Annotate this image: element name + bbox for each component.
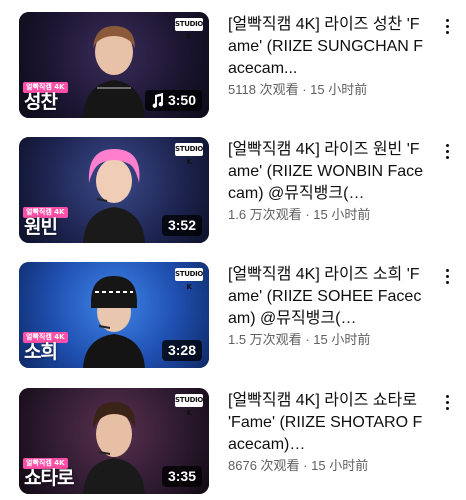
more-dot	[445, 31, 449, 34]
video-item[interactable]: STUDIO K 얼빡직캠 4K 성찬 3:50 [얼빡직캠 4K] 라이즈 성…	[0, 12, 466, 124]
thumbnail-name: 성찬	[24, 91, 58, 113]
video-meta[interactable]: [얼빡직캠 4K] 라이즈 성찬 'Fame' (RIIZE SUNGCHAN …	[228, 12, 428, 99]
separator-dot: ·	[303, 458, 308, 473]
thumbnail-name: 원빈	[24, 216, 58, 238]
video-thumbnail[interactable]: STUDIO K 얼빡직캠 4K 성찬 3:50	[19, 12, 209, 118]
duration-badge: 3:52	[161, 215, 202, 236]
more-vertical-icon	[445, 395, 449, 398]
more-dot	[445, 401, 449, 404]
more-dot	[445, 150, 449, 153]
video-title[interactable]: [얼빡직캠 4K] 라이즈 소희 'Fame' (RIIZE SOHEE Fac…	[228, 264, 428, 330]
upload-time: 15 小时前	[313, 332, 371, 347]
studio-logo: STUDIO K	[175, 394, 204, 417]
separator-dot: ·	[305, 207, 310, 222]
video-stats: 8676 次观看 · 15 小时前	[228, 457, 428, 475]
duration-badge: 3:28	[161, 340, 202, 361]
upload-time: 15 小时前	[313, 207, 371, 222]
duration-text: 3:52	[167, 217, 196, 233]
duration-text: 3:35	[167, 468, 196, 484]
duration-text: 3:50	[167, 92, 196, 108]
video-thumbnail[interactable]: STUDIO K 얼빡직캠 4K 쇼타로 3:35	[19, 388, 209, 494]
video-meta[interactable]: [얼빡직캠 4K] 라이즈 원빈 'Fame' (RIIZE WONBIN Fa…	[228, 137, 428, 224]
video-meta[interactable]: [얼빡직캠 4K] 라이즈 소희 'Fame' (RIIZE SOHEE Fac…	[228, 262, 428, 349]
studio-logo: STUDIO K	[175, 143, 204, 166]
view-count: 8676 次观看	[228, 458, 300, 473]
video-stats: 5118 次观看 · 15 小时前	[228, 81, 428, 99]
separator-dot: ·	[305, 332, 310, 347]
video-item[interactable]: STUDIO K 얼빡직캠 4K 소희 3:28 [얼빡직캠 4K] 라이즈 소…	[0, 262, 466, 374]
more-vertical-icon	[445, 19, 449, 22]
more-button[interactable]	[437, 392, 457, 418]
video-stats: 1.5 万次观看 · 15 小时前	[228, 331, 428, 349]
person-silhouette	[83, 402, 145, 494]
more-dot	[445, 156, 449, 159]
duration-text: 3:28	[167, 342, 196, 358]
thumbnail-name: 소희	[24, 341, 58, 363]
video-thumbnail[interactable]: STUDIO K 얼빡직캠 4K 원빈 3:52	[19, 137, 209, 243]
more-dot	[445, 275, 449, 278]
more-dot	[445, 407, 449, 410]
studio-logo: STUDIO K	[175, 18, 204, 41]
view-count: 1.5 万次观看	[228, 332, 302, 347]
separator-dot: ·	[302, 82, 307, 97]
more-button[interactable]	[437, 141, 457, 167]
video-title[interactable]: [얼빡직캠 4K] 라이즈 원빈 'Fame' (RIIZE WONBIN Fa…	[228, 139, 428, 205]
more-dot	[445, 281, 449, 284]
video-stats: 1.6 万次观看 · 15 小时前	[228, 206, 428, 224]
video-meta[interactable]: [얼빡직캠 4K] 라이즈 쇼타로 'Fame' (RIIZE SHOTARO …	[228, 388, 428, 475]
studio-logo: STUDIO K	[175, 268, 204, 291]
person-silhouette	[83, 149, 145, 243]
video-thumbnail[interactable]: STUDIO K 얼빡직캠 4K 소희 3:28	[19, 262, 209, 368]
upload-time: 15 小时前	[311, 458, 369, 473]
view-count: 1.6 万次观看	[228, 207, 302, 222]
video-title[interactable]: [얼빡직캠 4K] 라이즈 쇼타로 'Fame' (RIIZE SHOTARO …	[228, 390, 428, 456]
video-list: STUDIO K 얼빡직캠 4K 성찬 3:50 [얼빡직캠 4K] 라이즈 성…	[0, 0, 466, 500]
more-dot	[445, 25, 449, 28]
upload-time: 15 小时前	[310, 82, 368, 97]
view-count: 5118 次观看	[228, 82, 299, 97]
duration-badge: 3:35	[161, 466, 202, 487]
more-vertical-icon	[445, 269, 449, 272]
more-button[interactable]	[437, 16, 457, 42]
more-button[interactable]	[437, 266, 457, 292]
video-item[interactable]: STUDIO K 얼빡직캠 4K 쇼타로 3:35 [얼빡직캠 4K] 라이즈 …	[0, 388, 466, 500]
video-title[interactable]: [얼빡직캠 4K] 라이즈 성찬 'Fame' (RIIZE SUNGCHAN …	[228, 14, 428, 80]
video-item[interactable]: STUDIO K 얼빡직캠 4K 원빈 3:52 [얼빡직캠 4K] 라이즈 원…	[0, 137, 466, 249]
music-note-icon	[152, 93, 163, 108]
duration-badge: 3:50	[144, 90, 202, 111]
person-silhouette	[83, 26, 145, 118]
thumbnail-name: 쇼타로	[24, 467, 74, 489]
more-vertical-icon	[445, 144, 449, 147]
person-silhouette	[83, 276, 145, 368]
